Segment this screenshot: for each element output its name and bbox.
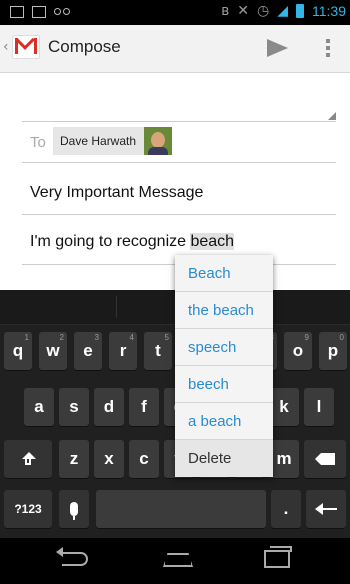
key-d[interactable]: d <box>94 388 124 426</box>
gmail-notification-icon <box>32 6 46 18</box>
status-bar: ʙ ✕ ◷ ◢ 11:39 <box>0 0 350 25</box>
status-indicators: ʙ ✕ ◷ ◢ 11:39 <box>221 3 346 19</box>
suggestion-item[interactable]: a beach <box>175 403 273 440</box>
status-time: 11:39 <box>312 3 346 19</box>
recent-apps-icon[interactable] <box>264 546 292 568</box>
action-bar: ‹ Compose <box>0 25 350 73</box>
action-bar-title[interactable]: Compose <box>48 37 121 57</box>
delete-word-button[interactable]: Delete <box>175 440 273 477</box>
alarm-icon: ◷ <box>257 3 270 19</box>
up-caret-icon[interactable]: ‹ <box>3 39 9 55</box>
key-q[interactable]: 1q <box>4 332 32 370</box>
subject-field[interactable]: Very Important Message <box>22 173 336 215</box>
key-e[interactable]: 3e <box>74 332 102 370</box>
key-z[interactable]: z <box>59 440 89 478</box>
space-key[interactable] <box>96 490 266 528</box>
home-icon[interactable] <box>163 553 193 567</box>
recipient-name: Dave Harwath <box>60 134 137 148</box>
key-t[interactable]: 5t <box>144 332 172 370</box>
back-icon[interactable] <box>56 547 88 566</box>
sd-card-icon <box>10 6 24 18</box>
signal-icon: ◢ <box>277 3 288 19</box>
key-r[interactable]: 4r <box>109 332 137 370</box>
to-field[interactable]: To Dave Harwath <box>22 123 336 163</box>
key-m[interactable]: m <box>269 440 299 478</box>
symbols-key[interactable]: ?123 <box>4 490 52 528</box>
key-w[interactable]: 2w <box>39 332 67 370</box>
avatar <box>144 127 173 155</box>
backspace-icon <box>315 453 335 465</box>
body-text-prefix: I'm going to recognize <box>30 233 191 250</box>
gmail-logo[interactable] <box>12 35 40 59</box>
bluetooth-icon: ʙ <box>221 3 230 19</box>
suggestion-item[interactable]: the beach <box>175 292 273 329</box>
body-text: I'm going to recognize beach <box>30 233 235 251</box>
shift-key[interactable] <box>4 440 52 478</box>
key-k[interactable]: k <box>269 388 299 426</box>
delete-key[interactable] <box>304 440 346 478</box>
period-key[interactable]: . <box>271 490 301 528</box>
navigation-bar <box>0 538 350 584</box>
strip-divider <box>116 296 117 318</box>
key-x[interactable]: x <box>94 440 124 478</box>
enter-key[interactable] <box>306 490 346 528</box>
voicemail-icon <box>54 8 70 16</box>
voice-input-key[interactable] <box>59 490 89 528</box>
recipient-chip[interactable]: Dave Harwath <box>53 127 173 155</box>
key-a[interactable]: a <box>24 388 54 426</box>
battery-icon <box>296 4 304 18</box>
suggestion-item[interactable]: beech <box>175 366 273 403</box>
to-label: To <box>30 134 46 151</box>
key-s[interactable]: s <box>59 388 89 426</box>
key-c[interactable]: c <box>129 440 159 478</box>
overflow-menu-icon[interactable] <box>326 39 330 59</box>
send-icon[interactable] <box>267 39 288 57</box>
key-l[interactable]: l <box>304 388 334 426</box>
subject-text: Very Important Message <box>30 184 204 201</box>
silent-icon: ✕ <box>237 3 249 19</box>
body-highlighted-word[interactable]: beach <box>190 233 235 250</box>
status-notifications <box>10 6 70 18</box>
suggestion-item[interactable]: speech <box>175 329 273 366</box>
microphone-icon <box>70 502 78 520</box>
shift-icon <box>21 452 36 466</box>
correction-suggestions-popup: Beach the beach speech beech a beach Del… <box>175 255 273 477</box>
enter-icon <box>315 503 337 515</box>
suggestion-item[interactable]: Beach <box>175 255 273 292</box>
key-p[interactable]: 0p <box>319 332 347 370</box>
key-o[interactable]: 9o <box>284 332 312 370</box>
key-f[interactable]: f <box>129 388 159 426</box>
from-account-selector[interactable] <box>22 85 336 122</box>
